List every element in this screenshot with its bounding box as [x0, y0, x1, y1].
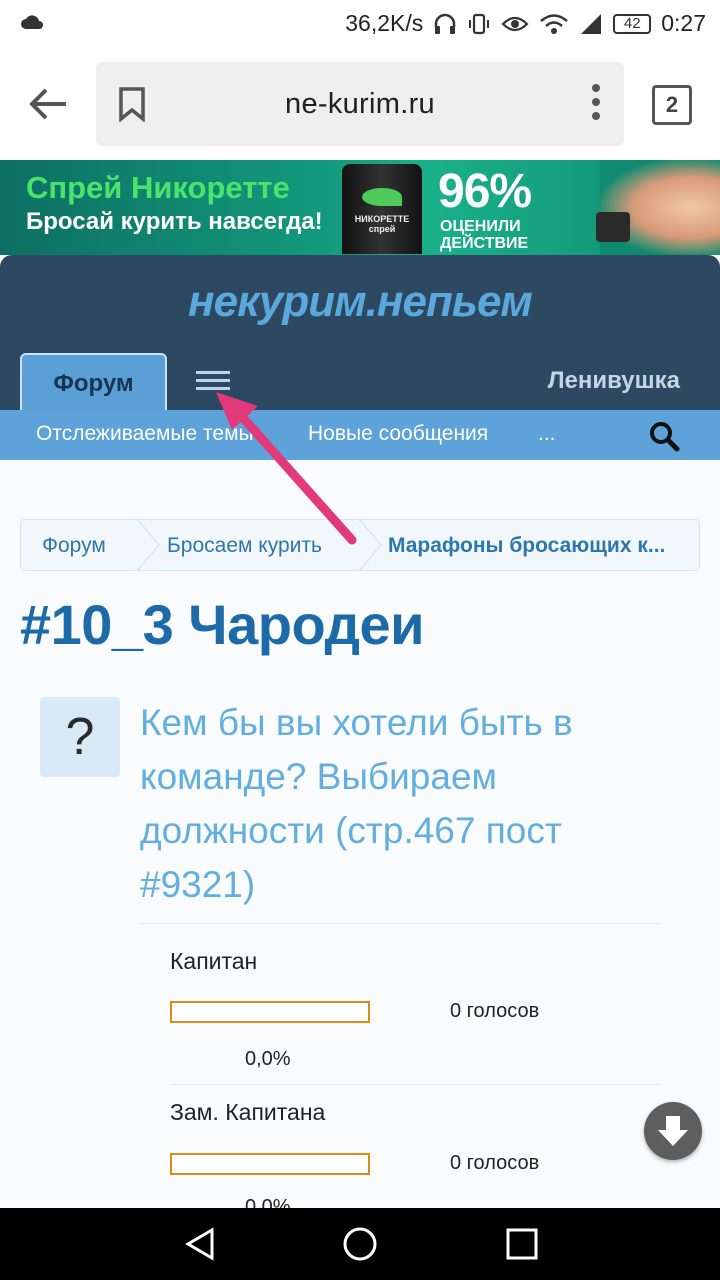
- poll-option-percent: 0,0%: [245, 1048, 291, 1070]
- breadcrumb-item-forum[interactable]: Форум: [42, 534, 106, 558]
- poll-option-votes: 0 голосов: [450, 1152, 540, 1174]
- logo-text: некурим.непьем: [188, 277, 533, 326]
- search-icon[interactable]: [648, 420, 680, 452]
- ad-tagline: Бросай курить навсегда!: [26, 208, 323, 235]
- ad-percent: 96%: [438, 165, 532, 218]
- thread-title: #10_3 Чародеи: [20, 593, 425, 656]
- poll-option-bar: [170, 1001, 370, 1023]
- poll-option-divider: [170, 1084, 660, 1085]
- clock: 0:27: [661, 10, 706, 36]
- poll-question-icon: ?: [40, 697, 120, 777]
- status-indicators: 36,2K/s 42 0:27: [345, 10, 706, 37]
- ad-subtext-2: ДЕЙСТВИЕ: [440, 235, 529, 252]
- battery-icon: 42: [613, 13, 652, 34]
- nav-home-icon[interactable]: [342, 1226, 378, 1262]
- poll-option-label: Капитан: [170, 948, 258, 974]
- subnav-more[interactable]: ...: [538, 422, 556, 446]
- eye-icon: [501, 16, 529, 31]
- headphones-icon: [434, 13, 456, 34]
- tab-switcher-button[interactable]: 2: [652, 85, 692, 125]
- ad-banner[interactable]: Спрей Никоретте Бросай курить навсегда! …: [0, 160, 720, 255]
- poll-option-label: Зам. Капитана: [170, 1099, 326, 1125]
- signal-icon: [581, 13, 602, 34]
- ad-headline: Спрей Никоретте: [26, 170, 290, 205]
- poll-option-votes: 0 голосов: [450, 1000, 540, 1022]
- address-bar[interactable]: ne-kurim.ru: [96, 62, 624, 146]
- cloud-icon: [21, 15, 43, 29]
- tab-forum[interactable]: Форум: [20, 353, 167, 410]
- breadcrumb-item-marathons[interactable]: Марафоны бросающих к...: [388, 534, 665, 558]
- poll-divider: [140, 923, 660, 924]
- breadcrumb-separator: [136, 519, 160, 571]
- breadcrumb: Форум Бросаем курить Марафоны бросающих …: [20, 519, 700, 571]
- forum-header: некурим.непьем Форум Ленивушка: [0, 255, 720, 410]
- vibrate-icon: [469, 13, 490, 34]
- subnav-watched-threads[interactable]: Отслеживаемые темы: [36, 422, 254, 446]
- poll-option-bar: [170, 1153, 370, 1175]
- poll-question: Кем бы вы хотели быть в команде? Выбирае…: [140, 702, 573, 905]
- wifi-icon: [540, 13, 569, 34]
- status-bar: 36,2K/s 42 0:27: [0, 0, 720, 50]
- nav-back-icon[interactable]: [182, 1226, 218, 1262]
- scroll-to-bottom-button[interactable]: [644, 1102, 702, 1160]
- nav-recents-icon[interactable]: [504, 1226, 540, 1262]
- ad-spray-image: [596, 212, 630, 242]
- main-content: Форум Бросаем курить Марафоны бросающих …: [0, 460, 720, 1218]
- breadcrumb-item-quit-smoking[interactable]: Бросаем курить: [167, 534, 322, 558]
- back-arrow-icon[interactable]: [26, 82, 70, 126]
- ad-product-image: НИКОРЕТТЕ спрей: [342, 164, 422, 254]
- ad-product-label: НИКОРЕТТЕ спрей: [354, 214, 410, 234]
- user-name-link[interactable]: Ленивушка: [548, 367, 680, 395]
- screen: 36,2K/s 42 0:27 ne-kurim.ru 2 Спрей Нико…: [0, 0, 720, 1280]
- tab-forum-label: Форум: [53, 370, 134, 397]
- url-text[interactable]: ne-kurim.ru: [96, 88, 624, 121]
- subnav-new-messages[interactable]: Новые сообщения: [308, 422, 488, 446]
- ad-subtext-1: ОЦЕНИЛИ: [440, 218, 521, 235]
- network-speed: 36,2K/s: [345, 10, 424, 36]
- more-options-icon[interactable]: [592, 84, 602, 124]
- system-navigation-bar: [0, 1208, 720, 1280]
- site-logo[interactable]: некурим.непьем: [0, 277, 720, 327]
- arrow-down-icon: [658, 1116, 688, 1146]
- browser-toolbar: ne-kurim.ru 2: [0, 50, 720, 160]
- sub-navigation: Отслеживаемые темы Новые сообщения ...: [0, 410, 720, 460]
- hamburger-menu-icon[interactable]: [196, 371, 230, 391]
- breadcrumb-separator: [358, 519, 382, 571]
